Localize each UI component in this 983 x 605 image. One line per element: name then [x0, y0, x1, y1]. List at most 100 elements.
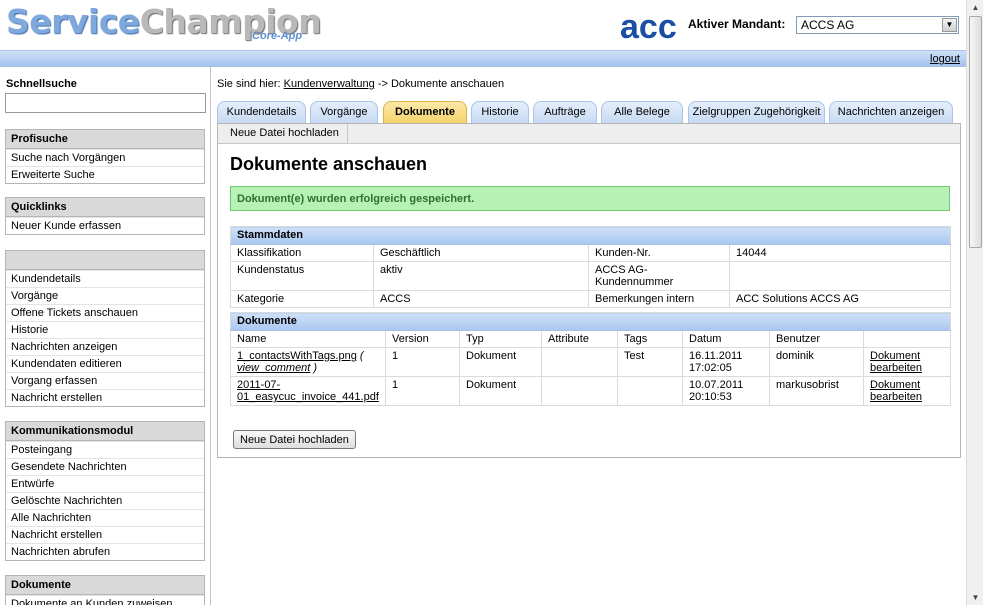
- col-actions: [862, 330, 952, 348]
- dokument-link[interactable]: Dokument: [870, 379, 920, 391]
- breadcrumb-current: -> Dokumente anschauen: [377, 78, 505, 90]
- sidebar-item-dokumente-zuweisen[interactable]: Dokumente an Kunden zuweisen: [6, 595, 204, 605]
- breadcrumb: Sie sind hier: Kundenverwaltung -> Dokum…: [217, 78, 504, 90]
- sidebar-item-nachricht-erstellen-km[interactable]: Nachricht erstellen: [6, 526, 204, 543]
- breadcrumb-prefix: Sie sind hier:: [217, 78, 281, 90]
- panel-dokumente: Dokumente Dokumente an Kunden zuweisen: [5, 575, 205, 605]
- value-klassifikation: Geschäftlich: [373, 244, 589, 262]
- sidebar-item-erweiterte-suche[interactable]: Erweiterte Suche: [6, 166, 204, 183]
- datum-date: 10.07.2011: [689, 379, 744, 391]
- scrollbar-thumb[interactable]: [969, 16, 982, 248]
- cell-typ: Dokument: [459, 347, 542, 377]
- mandant-select[interactable]: ACCS AG ▼: [796, 16, 959, 34]
- panel-quicklinks: Quicklinks Neuer Kunde erfassen: [5, 197, 205, 235]
- panel-title: Profisuche: [6, 130, 204, 149]
- chevron-down-icon[interactable]: ▼: [942, 18, 957, 32]
- page-title: Dokumente anschauen: [230, 154, 428, 174]
- cell-benutzer: dominik: [769, 347, 864, 377]
- cell-attribute: [541, 376, 618, 406]
- document-link-line2[interactable]: 01_easycuc_invoice_441.pdf: [237, 391, 379, 403]
- tab-kundendetails[interactable]: Kundendetails: [217, 101, 306, 123]
- sidebar-item-historie[interactable]: Historie: [6, 321, 204, 338]
- logo-text-service: Service: [6, 2, 140, 41]
- document-link[interactable]: 2011-07- 01_easycuc_invoice_441.pdf: [237, 379, 379, 403]
- cell-typ: Dokument: [459, 376, 542, 406]
- logo-subtitle: Core-App: [252, 30, 303, 42]
- label-kunden-nr: Kunden-Nr.: [588, 244, 730, 262]
- tab-historie[interactable]: Historie: [471, 101, 529, 123]
- table-row: Kundenstatus aktiv ACCS AG-Kundennummer: [230, 261, 952, 291]
- table-header-row: Name Version Typ Attribute Tags Datum Be…: [230, 330, 952, 348]
- tab-content: Neue Datei hochladen Dokumente anschauen…: [217, 123, 961, 458]
- sub-tab-bar: Neue Datei hochladen: [218, 124, 960, 144]
- sidebar-item-nachricht-erstellen[interactable]: Nachricht erstellen: [6, 389, 204, 406]
- tab-vorgaenge[interactable]: Vorgänge: [310, 101, 378, 123]
- datum-time: 17:02:05: [689, 362, 732, 374]
- value-bemerkungen: ACC Solutions ACCS AG: [728, 290, 952, 308]
- schnellsuche-label: Schnellsuche: [6, 78, 77, 90]
- sidebar-item-vorgang-erfassen[interactable]: Vorgang erfassen: [6, 372, 204, 389]
- sidebar-item-gesendete[interactable]: Gesendete Nachrichten: [6, 458, 204, 475]
- content-inner: Dokumente anschauen Dokument(e) wurden e…: [218, 144, 960, 457]
- label-accs-kundennummer: ACCS AG-Kundennummer: [588, 261, 730, 291]
- sidebar-item-suche-vorgaenge[interactable]: Suche nach Vorgängen: [6, 149, 204, 166]
- cell-tags: [617, 376, 683, 406]
- breadcrumb-link-kundenverwaltung[interactable]: Kundenverwaltung: [284, 78, 375, 90]
- stammdaten-table: Stammdaten Klassifikation Geschäftlich K…: [229, 226, 952, 308]
- col-datum: Datum: [682, 330, 770, 348]
- view-comment-link[interactable]: view_comment: [237, 362, 310, 374]
- scroll-down-icon[interactable]: ▼: [968, 590, 983, 605]
- app-header: ServiceChampion Core-App acc Aktiver Man…: [0, 0, 966, 50]
- sidebar-item-vorgaenge[interactable]: Vorgänge: [6, 287, 204, 304]
- sidebar-item-posteingang[interactable]: Posteingang: [6, 441, 204, 458]
- sidebar-item-nachrichten-anzeigen[interactable]: Nachrichten anzeigen: [6, 338, 204, 355]
- table-row: Klassifikation Geschäftlich Kunden-Nr. 1…: [230, 244, 952, 262]
- tab-dokumente[interactable]: Dokumente: [383, 101, 467, 123]
- sidebar-item-offene-tickets[interactable]: Offene Tickets anschauen: [6, 304, 204, 321]
- table-row: Kategorie ACCS Bemerkungen intern ACC So…: [230, 290, 952, 308]
- tab-alle-belege[interactable]: Alle Belege: [601, 101, 683, 123]
- success-message: Dokument(e) wurden erfolgreich gespeiche…: [230, 186, 950, 211]
- cell-attribute: [541, 347, 618, 377]
- document-link[interactable]: 1_contactsWithTags.png: [237, 350, 357, 362]
- bearbeiten-link[interactable]: bearbeiten: [870, 391, 922, 403]
- value-kunden-nr: 14044: [728, 244, 952, 262]
- acc-logo: acc: [620, 8, 676, 44]
- tab-auftraege[interactable]: Aufträge: [533, 101, 597, 123]
- sidebar-item-nachrichten-abrufen[interactable]: Nachrichten abrufen: [6, 543, 204, 560]
- col-version: Version: [385, 330, 460, 348]
- table-row: 2011-07- 01_easycuc_invoice_441.pdf 1 Dok…: [230, 376, 952, 406]
- sidebar-item-entwuerfe[interactable]: Entwürfe: [6, 475, 204, 492]
- mandant-label: Aktiver Mandant:: [688, 17, 786, 31]
- document-link-line1[interactable]: 2011-07-: [237, 379, 280, 391]
- tab-nachrichten-anzeigen[interactable]: Nachrichten anzeigen: [829, 101, 953, 123]
- tab-zielgruppen[interactable]: Zielgruppen Zugehörigkeit: [688, 101, 825, 123]
- cell-actions: Dokument bearbeiten: [862, 376, 952, 406]
- sidebar-item-geloeschte[interactable]: Gelöschte Nachrichten: [6, 492, 204, 509]
- sidebar-item-alle-nachrichten[interactable]: Alle Nachrichten: [6, 509, 204, 526]
- cell-actions: Dokument bearbeiten: [862, 347, 952, 377]
- panel-title: Dokumente: [6, 576, 204, 595]
- panel-kunde: Kundendetails Vorgänge Offene Tickets an…: [5, 250, 205, 407]
- col-name: Name: [230, 330, 386, 348]
- sidebar-item-kundendetails[interactable]: Kundendetails: [6, 270, 204, 287]
- panel-kommunikationsmodul: Kommunikationsmodul Posteingang Gesendet…: [5, 421, 205, 561]
- label-kundenstatus: Kundenstatus: [230, 261, 374, 291]
- upload-button[interactable]: Neue Datei hochladen: [233, 430, 356, 449]
- sidebar-item-kundendaten-editieren[interactable]: Kundendaten editieren: [6, 355, 204, 372]
- panel-profisuche: Profisuche Suche nach Vorgängen Erweiter…: [5, 129, 205, 184]
- cell-version: 1: [385, 376, 460, 406]
- dokument-link[interactable]: Dokument: [870, 350, 920, 362]
- subtab-neue-datei[interactable]: Neue Datei hochladen: [222, 124, 348, 144]
- acc-logo-text: acc: [620, 8, 676, 44]
- logout-link[interactable]: logout: [930, 53, 960, 65]
- mandant-select-value: ACCS AG: [801, 18, 855, 32]
- schnellsuche-input[interactable]: [5, 93, 206, 113]
- stammdaten-title: Stammdaten: [229, 226, 952, 245]
- bearbeiten-link[interactable]: bearbeiten: [870, 362, 922, 374]
- sidebar-item-neuer-kunde[interactable]: Neuer Kunde erfassen: [6, 217, 204, 234]
- value-kundenstatus: aktiv: [373, 261, 589, 291]
- col-attribute: Attribute: [541, 330, 618, 348]
- scroll-up-icon[interactable]: ▲: [968, 0, 983, 15]
- vertical-scrollbar[interactable]: ▲ ▼: [966, 0, 983, 605]
